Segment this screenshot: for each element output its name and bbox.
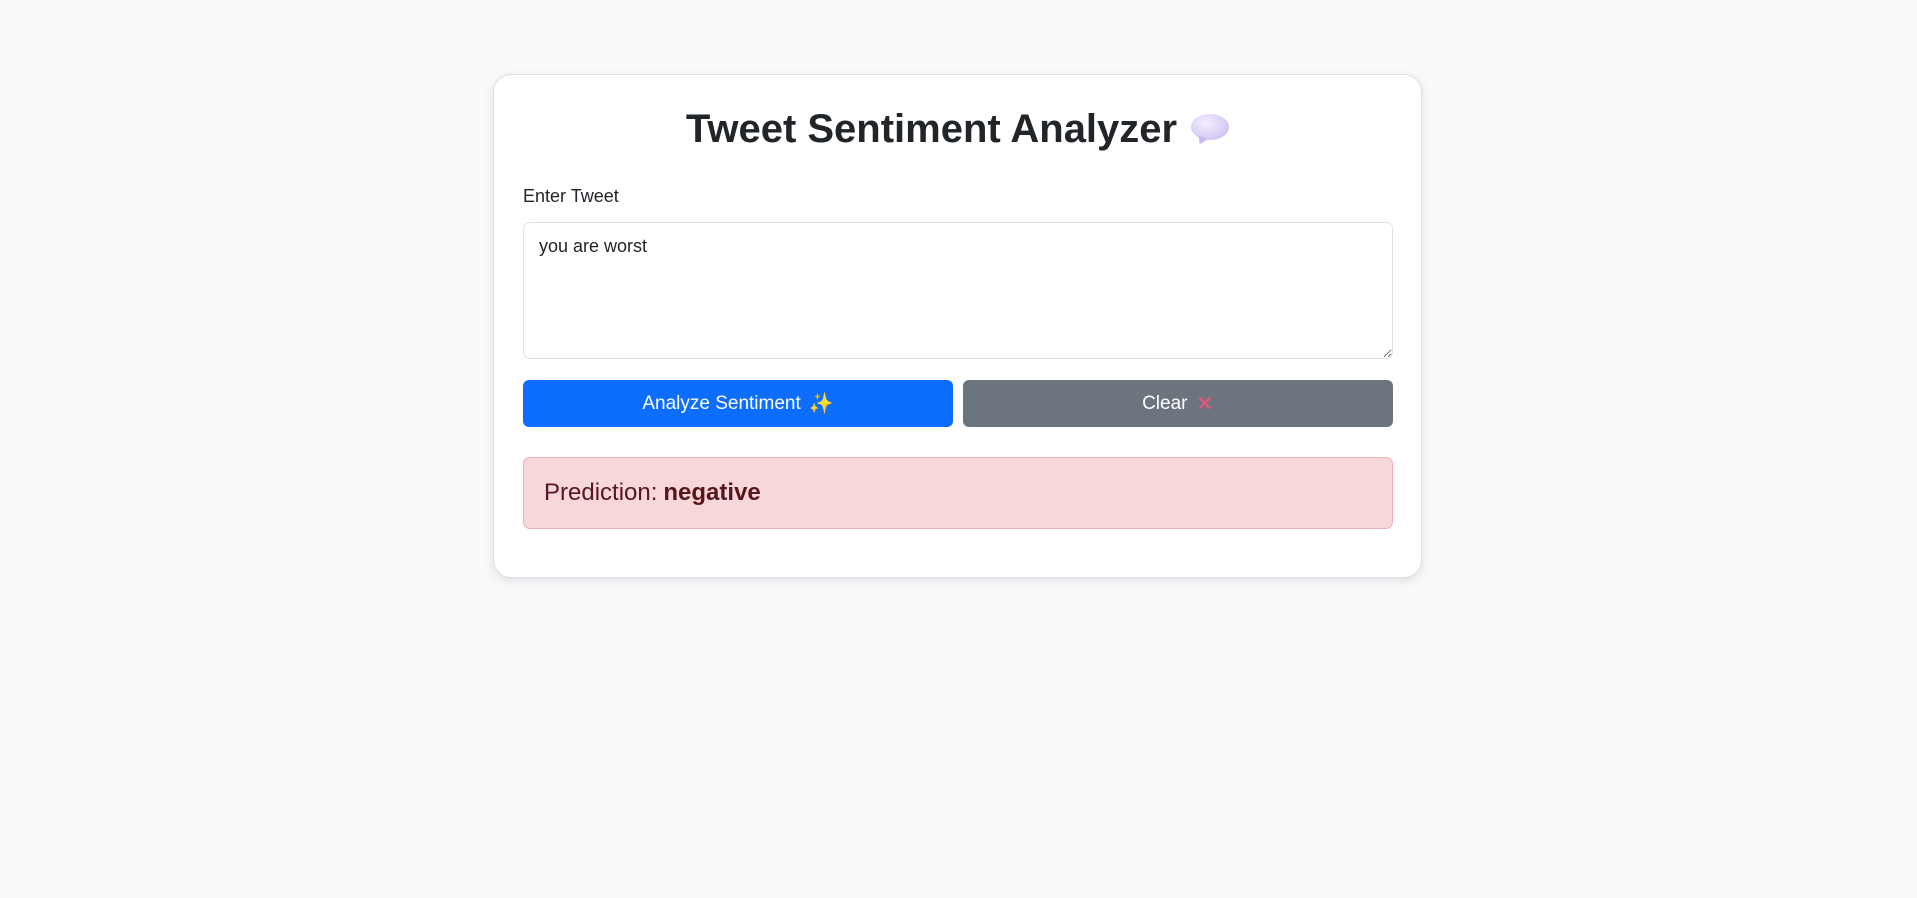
clear-label: Clear (1142, 392, 1188, 414)
prediction-value: negative (663, 479, 761, 506)
tweet-label: Enter Tweet (523, 186, 619, 206)
analyze-sentiment-button[interactable]: Analyze Sentiment ✨ (523, 380, 953, 427)
prediction-alert: Prediction: negative (523, 457, 1393, 529)
tweet-input[interactable] (523, 222, 1393, 359)
analyze-sentiment-label: Analyze Sentiment (642, 392, 801, 414)
clear-button[interactable]: Clear ✕ (963, 380, 1393, 427)
analyzer-card: Tweet Sentiment Analyzer Enter Tweet Ana… (493, 74, 1422, 578)
speech-balloon-icon (1191, 107, 1230, 155)
page-title-text: Tweet Sentiment Analyzer (685, 107, 1178, 151)
page-title: Tweet Sentiment Analyzer (494, 105, 1421, 155)
prediction-prefix: Prediction: (544, 479, 658, 506)
cross-mark-icon: ✕ (1195, 390, 1214, 416)
sparkles-icon: ✨ (808, 393, 834, 415)
